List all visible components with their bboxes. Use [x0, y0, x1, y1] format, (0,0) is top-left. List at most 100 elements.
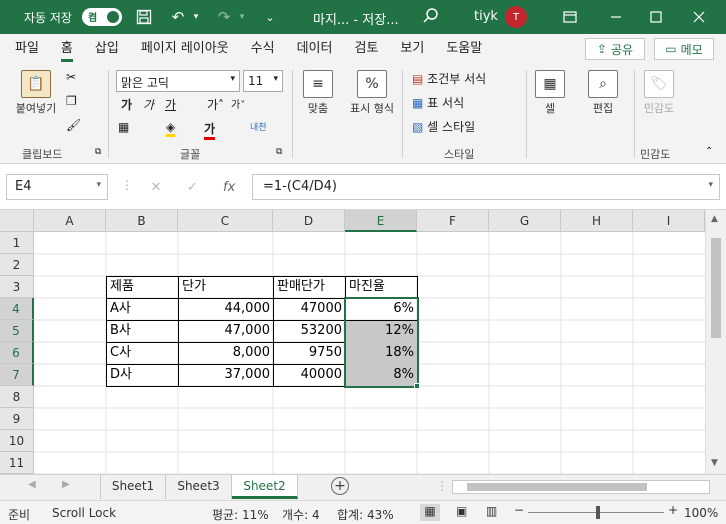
- bold-icon[interactable]: 가: [121, 96, 132, 113]
- cell-b4[interactable]: A사: [107, 298, 178, 320]
- sheet-tab-sheet2[interactable]: Sheet2: [232, 475, 298, 499]
- tab-formulas[interactable]: 수식: [240, 34, 286, 64]
- column-header-c[interactable]: C: [178, 210, 273, 232]
- zoom-slider-thumb[interactable]: [596, 506, 600, 519]
- alignment-button[interactable]: ≡ 맞춤: [300, 70, 336, 116]
- cell-styles-button[interactable]: ▧ 셀 스타일: [412, 118, 475, 135]
- vertical-scroll-thumb[interactable]: [711, 238, 721, 338]
- column-header-d[interactable]: D: [273, 210, 345, 232]
- font-color-icon[interactable]: 가: [204, 120, 216, 140]
- font-name-select[interactable]: 맑은 고딕 ▾: [116, 70, 240, 92]
- close-icon[interactable]: [686, 4, 712, 30]
- tab-split-grip-icon[interactable]: ⋮: [436, 479, 448, 493]
- document-title[interactable]: 마지... - 저장...: [313, 9, 399, 28]
- tab-help[interactable]: 도움말: [435, 34, 493, 64]
- insert-function-icon[interactable]: fx: [223, 180, 235, 195]
- row-header-11[interactable]: 11: [0, 452, 34, 474]
- cell-e7[interactable]: 8%: [346, 364, 417, 386]
- row-header-5[interactable]: 5: [0, 320, 34, 342]
- paste-button[interactable]: 📋 붙여넣기: [8, 70, 64, 116]
- sensitivity-button[interactable]: 🏷 민감도: [642, 70, 676, 116]
- row-header-3[interactable]: 3: [0, 276, 34, 298]
- number-format-button[interactable]: % 표시 형식: [348, 70, 396, 116]
- formula-input[interactable]: =1-(C4/D4) ▾: [252, 174, 720, 200]
- increase-font-icon[interactable]: 가˄: [207, 96, 224, 113]
- format-painter-icon[interactable]: 🖌: [66, 118, 81, 132]
- cell-c4[interactable]: 44,000: [179, 298, 273, 320]
- tab-page-layout[interactable]: 페이지 레이아웃: [130, 34, 240, 64]
- tab-view[interactable]: 보기: [389, 34, 435, 64]
- cell-d6[interactable]: 9750: [274, 342, 345, 364]
- minimize-icon[interactable]: [603, 4, 629, 30]
- tab-home[interactable]: 홈: [50, 34, 84, 64]
- comments-button[interactable]: ▭ 메모: [654, 38, 714, 60]
- scroll-down-icon[interactable]: ▼: [711, 458, 718, 468]
- user-name[interactable]: tiyk: [474, 9, 498, 24]
- cell-e4[interactable]: 6%: [346, 298, 417, 320]
- cancel-icon[interactable]: ✕: [151, 180, 162, 195]
- format-as-table-button[interactable]: ▦ 표 서식: [412, 94, 464, 111]
- next-sheet-icon[interactable]: ▶: [62, 479, 70, 490]
- font-launcher-icon[interactable]: ⧉: [276, 147, 282, 157]
- copy-icon[interactable]: ❐: [66, 94, 77, 108]
- column-header-b[interactable]: B: [106, 210, 178, 232]
- page-layout-view-icon[interactable]: ▣: [456, 504, 467, 518]
- autosave-toggle[interactable]: 켬: [81, 8, 122, 26]
- fill-color-icon[interactable]: ◈: [166, 120, 176, 137]
- cell-b5[interactable]: B사: [107, 320, 178, 342]
- sheet-tab-sheet3[interactable]: Sheet3: [166, 475, 232, 499]
- add-sheet-icon[interactable]: +: [331, 477, 349, 495]
- conditional-formatting-button[interactable]: ▤ 조건부 서식: [412, 70, 486, 87]
- cell-c5[interactable]: 47,000: [179, 320, 273, 342]
- column-header-f[interactable]: F: [417, 210, 489, 232]
- scroll-up-icon[interactable]: ▲: [711, 214, 718, 224]
- redo-dropdown-icon[interactable]: ▾: [236, 5, 248, 29]
- cell-c6[interactable]: 8,000: [179, 342, 273, 364]
- sheet-tab-sheet1[interactable]: Sheet1: [100, 475, 166, 499]
- prev-sheet-icon[interactable]: ◀: [28, 479, 36, 490]
- cell-d4[interactable]: 47000: [274, 298, 345, 320]
- row-header-4[interactable]: 4: [0, 298, 34, 320]
- decrease-font-icon[interactable]: 가˅: [231, 96, 245, 111]
- border-icon[interactable]: ▦: [118, 120, 129, 134]
- cell-e3[interactable]: 마진율: [346, 276, 417, 298]
- tab-data[interactable]: 데이터: [286, 34, 344, 64]
- row-header-7[interactable]: 7: [0, 364, 34, 386]
- cells-button[interactable]: ▦ 셀: [534, 70, 566, 116]
- row-header-8[interactable]: 8: [0, 386, 34, 408]
- zoom-out-icon[interactable]: −: [514, 503, 524, 517]
- select-all-button[interactable]: [0, 210, 34, 232]
- cell-d5[interactable]: 53200: [274, 320, 345, 342]
- cell-e6[interactable]: 18%: [346, 342, 417, 364]
- cell-e5[interactable]: 12%: [346, 320, 417, 342]
- page-break-view-icon[interactable]: ▥: [486, 504, 497, 518]
- cell-c7[interactable]: 37,000: [179, 364, 273, 386]
- italic-icon[interactable]: 가: [143, 96, 154, 113]
- maximize-icon[interactable]: [643, 4, 669, 30]
- redo-icon[interactable]: ↷: [212, 5, 236, 29]
- customize-toolbar-icon[interactable]: ⌄: [258, 5, 282, 29]
- vertical-scrollbar[interactable]: ▲ ▼: [705, 210, 726, 474]
- cut-icon[interactable]: ✂: [66, 70, 76, 84]
- search-icon[interactable]: [421, 6, 441, 29]
- row-header-9[interactable]: 9: [0, 408, 34, 430]
- cell-b6[interactable]: C사: [107, 342, 178, 364]
- editing-button[interactable]: ⌕ 편집: [586, 70, 620, 116]
- avatar[interactable]: T: [505, 6, 527, 28]
- cell-b3[interactable]: 제품: [107, 276, 178, 298]
- column-header-a[interactable]: A: [34, 210, 106, 232]
- cell-d7[interactable]: 40000: [274, 364, 345, 386]
- horizontal-scrollbar[interactable]: [452, 480, 710, 494]
- normal-view-icon[interactable]: ▦: [420, 504, 440, 521]
- enter-icon[interactable]: ✓: [187, 180, 198, 195]
- clipboard-launcher-icon[interactable]: ⧉: [95, 147, 101, 157]
- column-header-g[interactable]: G: [489, 210, 561, 232]
- column-header-i[interactable]: I: [633, 210, 705, 232]
- column-header-e[interactable]: E: [345, 210, 417, 232]
- zoom-in-icon[interactable]: +: [668, 503, 678, 517]
- expand-formula-icon[interactable]: ▾: [708, 180, 713, 190]
- cell-c3[interactable]: 단가: [179, 276, 273, 298]
- fill-handle[interactable]: [414, 383, 420, 389]
- tab-review[interactable]: 검토: [343, 34, 389, 64]
- tab-file[interactable]: 파일: [4, 34, 50, 64]
